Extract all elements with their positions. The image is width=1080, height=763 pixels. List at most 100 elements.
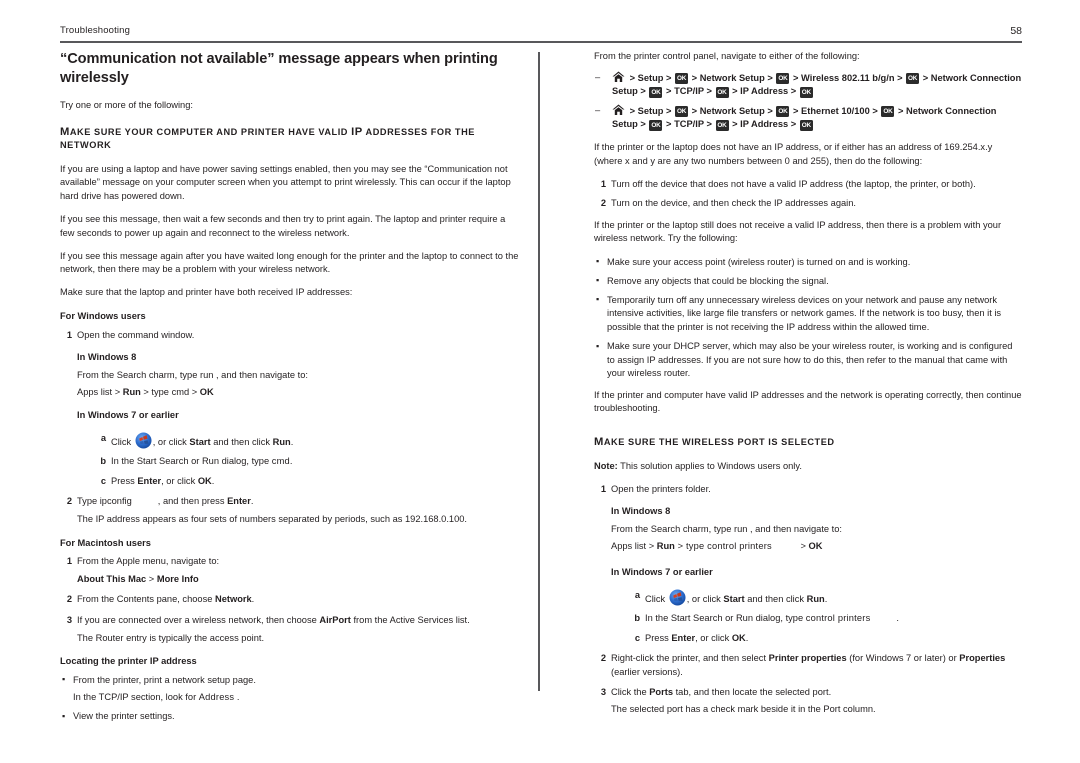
ok-key-icon[interactable]: OK	[799, 86, 813, 98]
ok-key-icon[interactable]: OK	[649, 119, 663, 131]
bullet-text: Make sure your access point (wireless ro…	[607, 256, 911, 267]
path-sep: >	[790, 119, 797, 130]
ok-key-icon[interactable]: OK	[776, 106, 790, 118]
for-windows-label: (for Windows 7 or later) or	[846, 653, 960, 664]
or-click-label: , or click	[686, 593, 724, 604]
paragraph-still-no-ip: If the printer or the laptop still does …	[594, 219, 1002, 244]
list-item: – > Setup > OK > Network Setup > OK > Et…	[594, 104, 1022, 132]
step-marker: 2	[66, 594, 72, 605]
ok-key-icon[interactable]: OK	[776, 73, 790, 85]
run-label: Run	[806, 593, 825, 604]
windows7-substeps: a Click , or click Start and then click …	[94, 432, 522, 489]
airport-label: AirPort	[319, 614, 351, 625]
substep-marker: a	[634, 589, 640, 600]
step-marker: 2	[600, 653, 606, 664]
click-the-label: Click the	[611, 686, 650, 697]
heading-rest: AKE SURE THE WIRELESS PORT IS SELECTED	[603, 436, 835, 447]
control-panel-intro: From the printer control panel, navigate…	[594, 51, 860, 61]
home-icon[interactable]	[612, 71, 625, 83]
path-sep: >	[790, 86, 797, 97]
substep-marker: c	[100, 475, 106, 486]
apple-menu-path: About This Mac > More Info	[77, 573, 522, 587]
paragraph-169-address: If the printer or the laptop does not ha…	[594, 141, 993, 166]
paragraph-continue-troubleshooting: If the printer and computer have valid I…	[594, 389, 1022, 414]
bullet-text: Make sure your DHCP server, which may al…	[607, 341, 1013, 379]
list-item: ▪ View the printer settings.	[60, 710, 522, 724]
path-sep: >	[732, 86, 738, 97]
enter-label: Enter	[227, 496, 251, 507]
ipconfig-result-note: The IP address appears as four sets of n…	[77, 513, 468, 524]
heading-for-windows-users: For Windows users	[60, 311, 146, 322]
path-segment-wireless: Wireless 802.11 b/g/n	[801, 72, 895, 83]
substep-marker: c	[634, 632, 640, 643]
step-marker: 3	[600, 686, 606, 697]
home-icon[interactable]	[612, 104, 625, 116]
step-text: Turn off the device that does not have a…	[611, 178, 976, 189]
bullet-text: Temporarily turn off any unnecessary wir…	[607, 294, 1002, 332]
bullet-text: Remove any objects that could be blockin…	[607, 275, 829, 286]
list-item: a Click , or click Start and then click …	[94, 432, 522, 450]
left-column: “Communication not available” message ap…	[60, 50, 522, 730]
win8-search-charm-line: From the Search charm, type run , and th…	[611, 523, 842, 534]
list-item: 2 Right-click the printer, and then sele…	[594, 652, 1022, 679]
list-item: ▪ Remove any objects that could be block…	[594, 275, 1022, 289]
type-control-printers-label: > type control printers	[674, 541, 772, 552]
list-item: 2 Turn on the device, and then check the…	[594, 197, 1022, 211]
ok-key-icon[interactable]: OK	[715, 86, 729, 98]
step-marker: 1	[66, 556, 72, 567]
path-segment-ethernet: Ethernet 10/100	[801, 105, 870, 116]
list-item: ▪ Make sure your DHCP server, which may …	[594, 340, 1022, 381]
ok-key-icon[interactable]: OK	[649, 86, 663, 98]
period: .	[289, 456, 293, 467]
substep-marker: b	[634, 613, 640, 624]
enter-label: Enter	[137, 475, 162, 486]
list-item: 1 Turn off the device that does not have…	[594, 178, 1022, 192]
heading-for-macintosh-users: For Macintosh users	[60, 537, 151, 548]
right-click-label: Right-click the printer, and then select	[611, 653, 769, 664]
ok-key-icon[interactable]: OK	[675, 73, 689, 85]
path-sep: >	[706, 119, 712, 130]
path-sep: >	[666, 86, 672, 97]
period: .	[251, 594, 255, 605]
selected-port-note: The selected port has a check mark besid…	[611, 704, 876, 715]
locate-port-label: tab, and then locate the selected port.	[673, 686, 832, 697]
wireless-troubleshoot-bullets: ▪ Make sure your access point (wireless …	[594, 256, 1022, 381]
macintosh-users-steps: 1 From the Apple menu, navigate to: Abou…	[60, 555, 522, 645]
start-search-label: In the Start Search or Run dialog, type	[645, 613, 806, 624]
bullet-icon: ▪	[596, 256, 600, 267]
period: .	[290, 436, 294, 447]
ok-key-icon[interactable]: OK	[675, 106, 689, 118]
wireless-network-label: If you are connected over a wireless net…	[77, 614, 320, 625]
ok-key-icon[interactable]: OK	[906, 73, 920, 85]
click-label: Click	[645, 593, 668, 604]
path-sep: >	[691, 105, 698, 116]
paragraph-message-again: If you see this message again after you …	[60, 250, 519, 275]
ok-key-icon[interactable]: OK	[715, 119, 729, 131]
header-rule	[60, 41, 1022, 43]
path-segment-tcpip: TCP/IP	[674, 119, 704, 130]
enter-label: Enter	[671, 632, 696, 643]
ok-key-icon[interactable]: OK	[881, 106, 895, 118]
windows-start-orb-icon[interactable]	[669, 589, 686, 606]
run-label: Run	[272, 436, 291, 447]
step-text: Turn on the device, and then check the I…	[611, 198, 856, 209]
ok-key-icon[interactable]: OK	[799, 119, 813, 131]
list-item: – > Setup > OK > Network Setup > OK > Wi…	[594, 71, 1022, 99]
path-segment-setup: Setup	[637, 72, 664, 83]
more-info-label: More Info	[156, 573, 199, 584]
press-label: Press	[645, 632, 672, 643]
substep-marker: a	[100, 432, 106, 443]
path-sep: >	[793, 105, 799, 116]
windows-start-orb-icon[interactable]	[135, 432, 152, 449]
paragraph-received-ip: Make sure that the laptop and printer ha…	[60, 287, 353, 298]
apps-list-label: Apps list >	[611, 541, 657, 552]
run-label: Run	[656, 541, 675, 552]
ok-label: OK	[199, 387, 214, 398]
page-title: “Communication not available” message ap…	[60, 51, 498, 86]
path-segment-ip-address: IP Address	[740, 119, 789, 130]
step-marker: 1	[66, 329, 72, 340]
heading-first-letter: M	[60, 125, 70, 138]
step-marker: 3	[66, 614, 72, 625]
list-item: ▪ Make sure your access point (wireless …	[594, 256, 1022, 270]
win8-apps-path: Apps list > Run > type cmd > OK	[77, 386, 522, 400]
